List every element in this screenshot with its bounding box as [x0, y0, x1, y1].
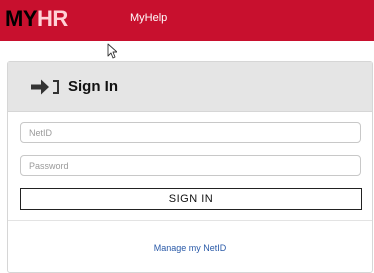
- signin-title: Sign In: [68, 78, 118, 95]
- password-input[interactable]: [20, 155, 361, 176]
- signin-button[interactable]: SIGN IN: [20, 188, 362, 210]
- signin-card: Sign In SIGN IN Manage my NetID: [7, 61, 373, 273]
- mouse-cursor-icon: [107, 43, 117, 59]
- card-divider: [8, 220, 372, 221]
- top-navigation-bar: MYHR MyHelp: [0, 0, 374, 41]
- logo-hr-text: HR: [37, 6, 68, 31]
- sign-in-icon: [31, 79, 59, 95]
- manage-netid-link[interactable]: Manage my NetID: [8, 243, 372, 253]
- myhr-logo[interactable]: MYHR: [5, 7, 68, 31]
- netid-input[interactable]: [20, 122, 361, 143]
- myhelp-link[interactable]: MyHelp: [130, 12, 167, 24]
- signin-card-header: Sign In: [8, 62, 372, 112]
- logo-my-text: MY: [5, 6, 38, 31]
